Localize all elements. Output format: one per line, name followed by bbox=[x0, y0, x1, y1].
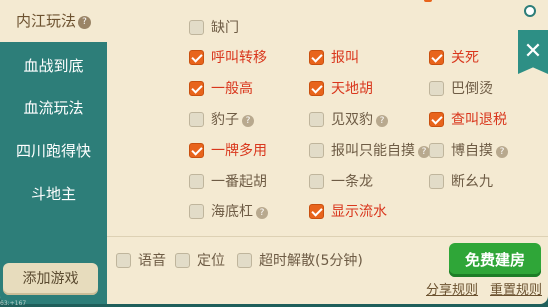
checkbox[interactable] bbox=[429, 112, 444, 127]
reset-rules-link[interactable]: 重置规则 bbox=[490, 279, 542, 298]
sidebar-item-paodekuai[interactable]: 四川跑得快 bbox=[0, 130, 107, 172]
checkbox[interactable] bbox=[189, 20, 204, 35]
option-text: 报叫只能自摸 bbox=[331, 143, 415, 159]
option-label: 豹子? bbox=[211, 109, 254, 131]
checkbox[interactable] bbox=[116, 253, 131, 268]
scroll-hint bbox=[424, 0, 432, 2]
checkbox[interactable] bbox=[189, 143, 204, 158]
option-text: 豹子 bbox=[211, 112, 239, 128]
option-label: 一条龙 bbox=[331, 174, 373, 190]
sidebar-item-xuezhan[interactable]: 血战到底 bbox=[0, 45, 107, 87]
option-label: 巴倒烫 bbox=[451, 81, 493, 97]
option-text: 见双豹 bbox=[331, 112, 373, 128]
checkbox[interactable] bbox=[189, 204, 204, 219]
option-label: 见双豹? bbox=[331, 109, 388, 131]
checkbox[interactable] bbox=[309, 204, 324, 219]
checkbox[interactable] bbox=[237, 253, 252, 268]
help-icon[interactable]: ? bbox=[496, 146, 508, 158]
help-icon[interactable]: ? bbox=[242, 115, 254, 127]
option-label: 报叫只能自摸? bbox=[331, 140, 430, 162]
sidebar-item-neijiang[interactable]: 内江玩法? bbox=[0, 0, 107, 42]
option-label: 呼叫转移 bbox=[211, 50, 267, 66]
option-label: 查叫退税 bbox=[451, 112, 507, 128]
checkbox[interactable] bbox=[429, 174, 444, 189]
checkbox[interactable] bbox=[189, 81, 204, 96]
checkbox[interactable] bbox=[429, 50, 444, 65]
checkbox[interactable] bbox=[309, 174, 324, 189]
option-label: 一番起胡 bbox=[211, 174, 267, 190]
option-label: 断幺九 bbox=[451, 174, 493, 190]
scroll-indicator bbox=[524, 5, 536, 17]
option-label: 天地胡 bbox=[331, 81, 373, 97]
option-label: 关死 bbox=[451, 50, 479, 66]
checkbox[interactable] bbox=[429, 81, 444, 96]
option-text: 海底杠 bbox=[211, 204, 253, 220]
checkbox[interactable] bbox=[189, 112, 204, 127]
option-label: 报叫 bbox=[331, 50, 359, 66]
checkbox[interactable] bbox=[189, 174, 204, 189]
game-sidebar: 内江玩法? 血战到底 血流玩法 四川跑得快 斗地主 添加游戏 bbox=[0, 0, 107, 304]
option-text: 博自摸 bbox=[451, 143, 493, 159]
option-label: 一牌多用 bbox=[211, 143, 267, 159]
room-settings-panel: 内江玩法? 血战到底 血流玩法 四川跑得快 斗地主 添加游戏 缺门 呼叫转移 报… bbox=[0, 0, 548, 304]
sidebar-item-doudizhu[interactable]: 斗地主 bbox=[0, 173, 107, 215]
help-icon[interactable]: ? bbox=[78, 16, 91, 29]
add-game-button[interactable]: 添加游戏 bbox=[3, 263, 98, 295]
checkbox[interactable] bbox=[429, 143, 444, 158]
help-icon[interactable]: ? bbox=[256, 207, 268, 219]
checkbox[interactable] bbox=[309, 112, 324, 127]
share-rules-link[interactable]: 分享规则 bbox=[426, 279, 478, 298]
sidebar-item-label: 内江玩法 bbox=[15, 12, 76, 30]
option-label: 超时解散(5分钟) bbox=[259, 253, 363, 269]
close-icon[interactable]: ✕ bbox=[518, 30, 548, 74]
checkbox[interactable] bbox=[189, 50, 204, 65]
option-label: 缺门 bbox=[211, 20, 239, 36]
checkbox[interactable] bbox=[309, 81, 324, 96]
create-room-button[interactable]: 免费建房 bbox=[449, 243, 541, 277]
checkbox[interactable] bbox=[175, 253, 190, 268]
sidebar-item-xueliu[interactable]: 血流玩法 bbox=[0, 87, 107, 129]
help-icon[interactable]: ? bbox=[376, 115, 388, 127]
checkbox[interactable] bbox=[309, 50, 324, 65]
option-label: 定位 bbox=[197, 253, 225, 269]
option-label: 博自摸? bbox=[451, 140, 508, 162]
option-label: 语音 bbox=[138, 253, 166, 269]
divider bbox=[107, 236, 548, 237]
option-label: 海底杠? bbox=[211, 201, 268, 223]
option-label: 显示流水 bbox=[331, 204, 387, 220]
checkbox[interactable] bbox=[309, 143, 324, 158]
option-label: 一般高 bbox=[211, 81, 253, 97]
